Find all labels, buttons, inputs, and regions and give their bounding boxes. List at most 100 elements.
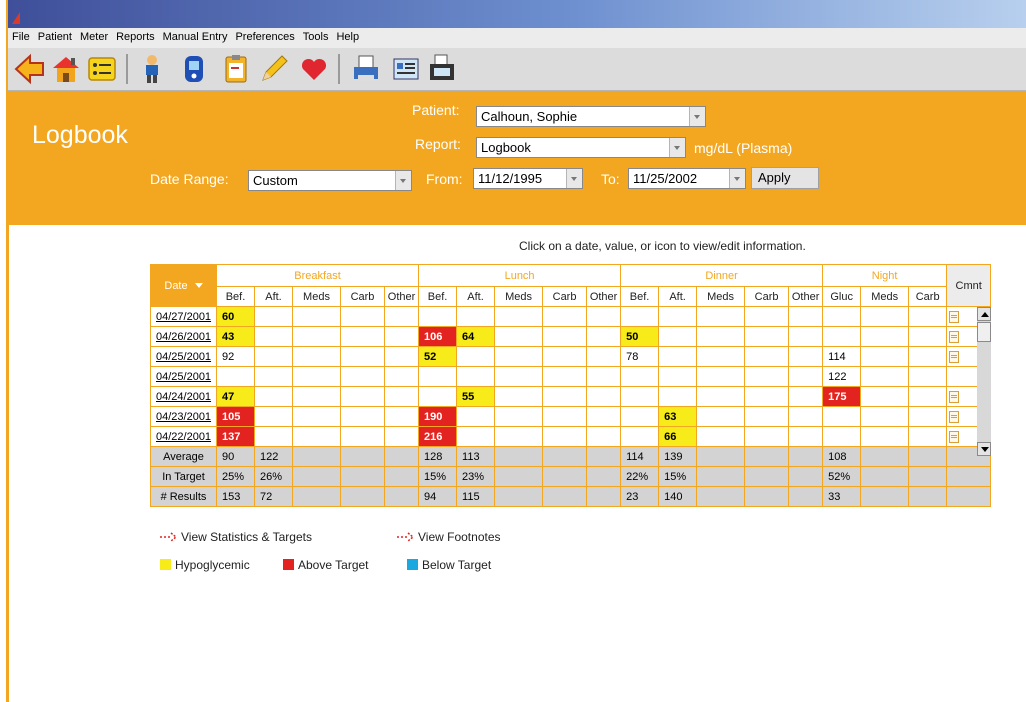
meter-device-icon[interactable]: [178, 53, 210, 85]
menu-file[interactable]: File: [8, 28, 34, 43]
empty-cell: [696, 366, 746, 387]
empty-cell: [908, 386, 948, 407]
summary-value: [586, 466, 622, 487]
from-date-select[interactable]: 11/12/1995: [473, 168, 583, 189]
menu-patient[interactable]: Patient: [34, 28, 76, 43]
glucose-value-cell[interactable]: 63: [658, 406, 698, 427]
note-icon[interactable]: [949, 431, 960, 443]
note-icon[interactable]: [949, 411, 960, 423]
summary-value: [744, 466, 790, 487]
home-icon[interactable]: [50, 53, 82, 85]
date-column-header[interactable]: Date: [150, 264, 217, 307]
heart-icon[interactable]: [298, 53, 330, 85]
empty-cell: [822, 306, 862, 327]
clipboard-icon[interactable]: [220, 53, 252, 85]
note-icon[interactable]: [949, 311, 960, 323]
print-icon[interactable]: [350, 53, 382, 85]
patient-dropdown-icon[interactable]: [689, 107, 705, 126]
date-range-dropdown-icon[interactable]: [395, 171, 411, 190]
menu-help[interactable]: Help: [332, 28, 363, 43]
dotted-arrow-icon: [160, 532, 178, 542]
glucose-value-cell[interactable]: 122: [822, 366, 862, 387]
empty-cell: [860, 426, 910, 447]
date-link[interactable]: 04/24/2001: [156, 391, 211, 403]
glucose-value-cell[interactable]: 175: [822, 386, 862, 407]
menu-reports[interactable]: Reports: [112, 28, 159, 43]
glucose-value-cell[interactable]: 47: [216, 386, 255, 407]
column-header-dinner-aft: Aft.: [658, 286, 698, 307]
summary-value: [908, 486, 948, 507]
glucose-value-cell[interactable]: 52: [418, 346, 458, 367]
back-arrow-icon[interactable]: [14, 53, 46, 85]
glucose-value-cell[interactable]: 190: [418, 406, 458, 427]
empty-cell: [860, 326, 910, 347]
empty-cell: [254, 326, 293, 347]
summary-value: 15%: [658, 466, 698, 487]
app-logo-icon: [12, 12, 20, 24]
summary-value: 140: [658, 486, 698, 507]
empty-cell: [744, 386, 790, 407]
report-icon[interactable]: [390, 53, 422, 85]
note-icon[interactable]: [949, 351, 960, 363]
from-date-dropdown-icon[interactable]: [566, 169, 582, 188]
date-link[interactable]: 04/25/2001: [156, 371, 211, 383]
fax-icon[interactable]: [426, 53, 458, 85]
glucose-value-cell[interactable]: 64: [456, 326, 496, 347]
glucose-value-cell[interactable]: 105: [216, 406, 255, 427]
person-icon[interactable]: [136, 53, 168, 85]
empty-cell: [860, 306, 910, 327]
glucose-value-cell[interactable]: 92: [216, 346, 255, 367]
report-select[interactable]: Logbook: [476, 137, 686, 158]
date-link[interactable]: 04/25/2001: [156, 351, 211, 363]
glucose-value-cell[interactable]: 137: [216, 426, 255, 447]
summary-row: # Results 153 72 94 115 23 140 33: [150, 486, 992, 507]
glucose-value-cell[interactable]: 114: [822, 346, 862, 367]
view-footnotes-link[interactable]: View Footnotes: [397, 530, 501, 544]
empty-cell: [542, 406, 588, 427]
date-link[interactable]: 04/26/2001: [156, 331, 211, 343]
sort-down-icon[interactable]: [194, 283, 203, 289]
summary-value: 22%: [620, 466, 660, 487]
list-icon[interactable]: [86, 53, 118, 85]
apply-button[interactable]: Apply: [751, 167, 819, 189]
glucose-value-cell[interactable]: 55: [456, 386, 496, 407]
to-date-select[interactable]: 11/25/2002: [628, 168, 746, 189]
date-link[interactable]: 04/27/2001: [156, 311, 211, 323]
page-title: Logbook: [32, 121, 128, 149]
menu-manual-entry[interactable]: Manual Entry: [159, 28, 232, 43]
glucose-value-cell[interactable]: 60: [216, 306, 255, 327]
glucose-value-cell[interactable]: 216: [418, 426, 458, 447]
to-date-value: 11/25/2002: [633, 171, 698, 186]
patient-select[interactable]: Calhoun, Sophie: [476, 106, 706, 127]
glucose-value-cell[interactable]: 78: [620, 346, 660, 367]
view-statistics-link[interactable]: View Statistics & Targets: [160, 530, 312, 544]
glucose-value-cell[interactable]: 66: [658, 426, 698, 447]
scroll-down-icon[interactable]: [977, 442, 991, 456]
patient-value: Calhoun, Sophie: [481, 109, 578, 124]
scroll-thumb[interactable]: [977, 322, 991, 342]
empty-cell: [586, 386, 622, 407]
glucose-value-cell[interactable]: 106: [418, 326, 458, 347]
menu-tools[interactable]: Tools: [299, 28, 333, 43]
pencil-icon[interactable]: [258, 53, 290, 85]
scroll-up-icon[interactable]: [977, 307, 991, 321]
menu-preferences[interactable]: Preferences: [231, 28, 298, 43]
table-scrollbar[interactable]: [977, 307, 991, 456]
date-range-select[interactable]: Custom: [248, 170, 412, 191]
glucose-value-cell[interactable]: 50: [620, 326, 660, 347]
menu-meter[interactable]: Meter: [76, 28, 112, 43]
summary-value: 139: [658, 446, 698, 467]
report-value: Logbook: [481, 140, 531, 155]
empty-cell: [744, 366, 790, 387]
glucose-value-cell[interactable]: 43: [216, 326, 255, 347]
note-icon[interactable]: [949, 391, 960, 403]
to-date-dropdown-icon[interactable]: [729, 169, 745, 188]
date-link[interactable]: 04/23/2001: [156, 411, 211, 423]
summary-value: 25%: [216, 466, 255, 487]
summary-value: [860, 486, 910, 507]
report-label: Report:: [415, 136, 461, 152]
report-dropdown-icon[interactable]: [669, 138, 685, 157]
empty-cell: [494, 306, 544, 327]
note-icon[interactable]: [949, 331, 960, 343]
date-link[interactable]: 04/22/2001: [156, 431, 211, 443]
